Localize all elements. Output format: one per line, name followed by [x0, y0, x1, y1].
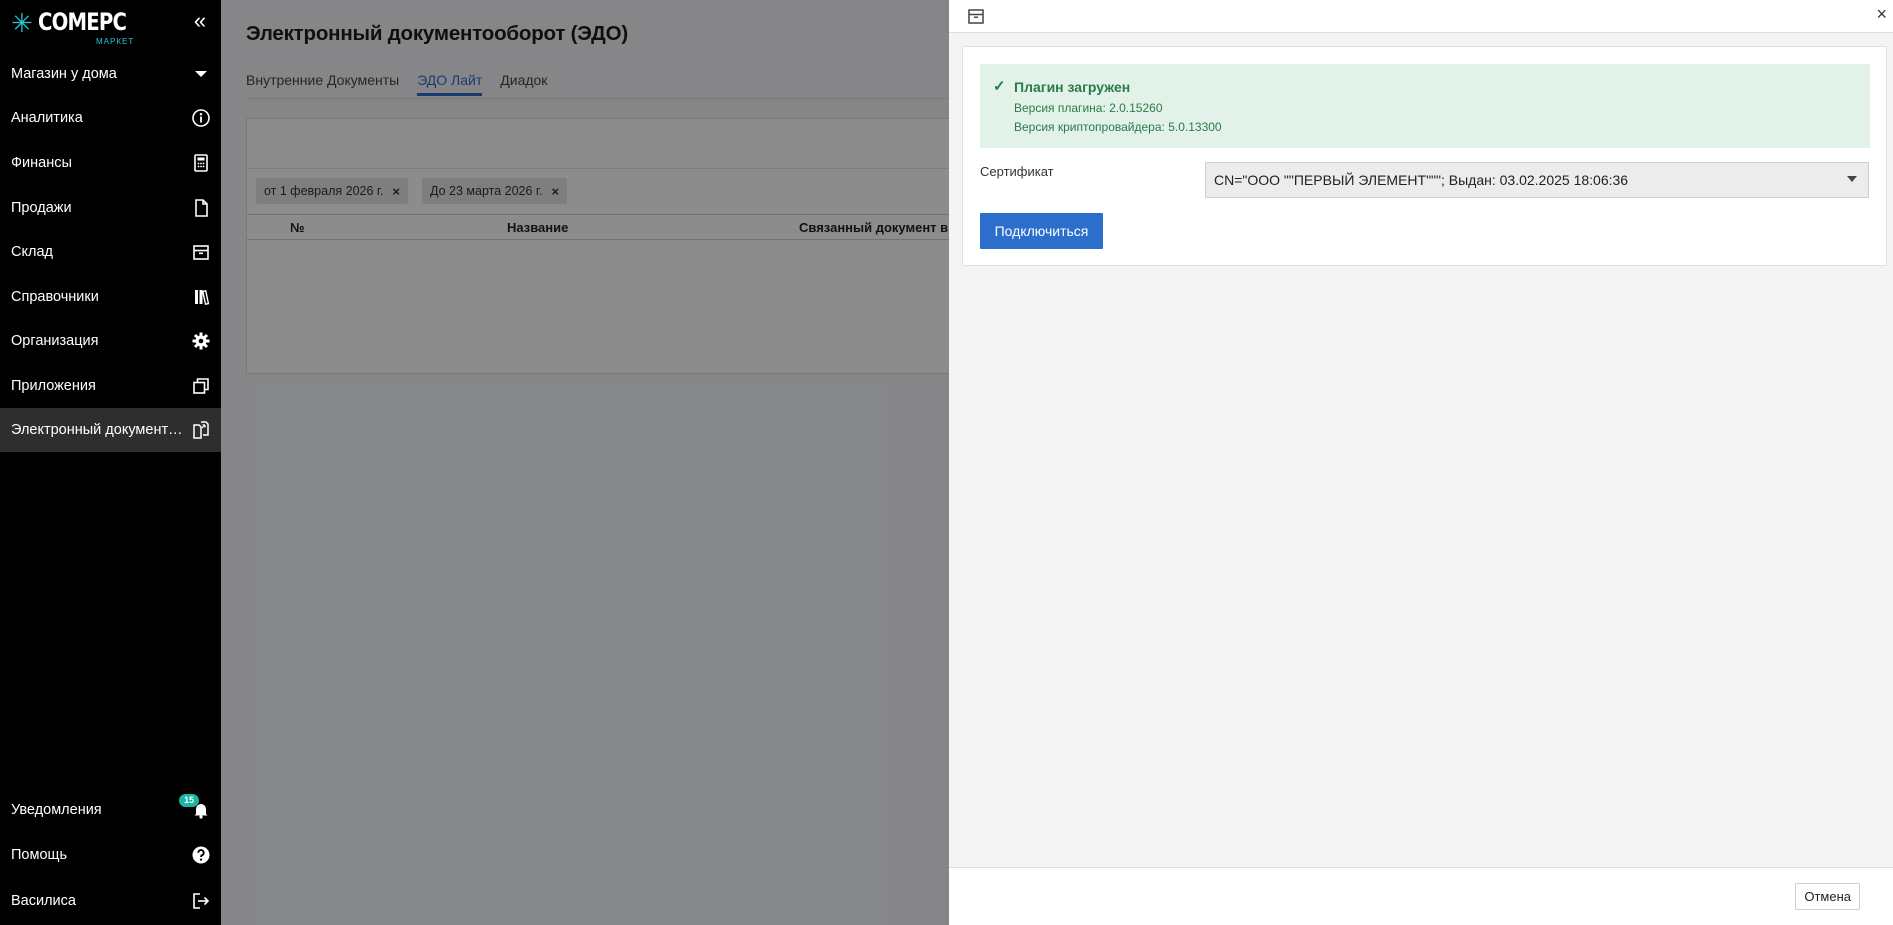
cancel-button[interactable]: Отмена: [1795, 883, 1860, 910]
sidebar-item-label: Справочники: [11, 289, 99, 305]
sidebar-item-directories[interactable]: Справочники: [0, 275, 221, 319]
sidebar-item-user[interactable]: Василиса: [0, 879, 221, 923]
connect-button[interactable]: Подключиться: [980, 213, 1103, 249]
sidebar-item-help[interactable]: Помощь: [0, 833, 221, 877]
plugin-version: Версия плагина: 2.0.15260: [1014, 101, 1163, 115]
sidebar-item-label: Уведомления: [11, 802, 102, 818]
sidebar-item-label: Приложения: [11, 378, 96, 394]
store-selector[interactable]: Магазин у дома: [0, 52, 221, 96]
drawer-header: ×: [949, 0, 1893, 33]
drawer-footer: Отмена: [949, 867, 1893, 925]
question-circle-icon: [191, 845, 211, 865]
plugin-status-alert: ✓ Плагин загружен Версия плагина: 2.0.15…: [980, 64, 1870, 148]
sidebar-item-finance[interactable]: Финансы: [0, 141, 221, 185]
calculator-icon: [191, 153, 211, 173]
sidebar-item-label: Организация: [11, 333, 99, 349]
info-circle-icon: [191, 108, 211, 128]
connect-drawer: × ✓ Плагин загружен Версия плагина: 2.0.…: [949, 0, 1893, 925]
certificate-value: CN="ООО ""ПЕРВЫЙ ЭЛЕМЕНТ"""; Выдан: 03.0…: [1214, 172, 1629, 188]
logo-star-icon: ✳: [11, 8, 33, 38]
close-icon[interactable]: ×: [1876, 5, 1887, 23]
box-icon: [191, 242, 211, 262]
document-icon: [191, 198, 211, 218]
sidebar-item-organization[interactable]: Организация: [0, 319, 221, 363]
sidebar-item-label: Продажи: [11, 200, 72, 216]
logo-subtitle: МАРКЕТ: [96, 37, 135, 46]
logo[interactable]: ✳ COMEPC МАРКЕТ: [11, 6, 133, 46]
alert-title: Плагин загружен: [1014, 79, 1131, 95]
sidebar-item-label: Склад: [11, 244, 53, 260]
gear-icon: [191, 331, 211, 351]
sidebar-item-label: Финансы: [11, 155, 72, 171]
chevron-down-icon: [1847, 176, 1857, 182]
sidebar-item-analytics[interactable]: Аналитика: [0, 96, 221, 140]
crypto-provider-version: Версия криптопровайдера: 5.0.13300: [1014, 120, 1222, 134]
sidebar-item-label: Электронный документо...: [11, 422, 186, 438]
sidebar-item-label: Аналитика: [11, 110, 83, 126]
sidebar: ✳ COMEPC МАРКЕТ « Магазин у дома Аналити…: [0, 0, 221, 925]
logout-icon[interactable]: [191, 891, 211, 911]
sidebar-item-notifications[interactable]: Уведомления 15: [0, 788, 221, 832]
books-icon: [191, 287, 211, 307]
certificate-select[interactable]: CN="ООО ""ПЕРВЫЙ ЭЛЕМЕНТ"""; Выдан: 03.0…: [1205, 162, 1869, 198]
double-chevron-left-icon[interactable]: «: [189, 9, 211, 35]
user-name: Василиса: [11, 893, 76, 909]
modal-backdrop[interactable]: [221, 0, 950, 925]
store-selector-label: Магазин у дома: [11, 66, 117, 82]
bell-icon: [191, 800, 211, 820]
sidebar-item-edo[interactable]: Электронный документо...: [0, 408, 221, 452]
certificate-label: Сертификат: [980, 164, 1054, 179]
check-icon: ✓: [993, 78, 1006, 95]
sidebar-item-label: Помощь: [11, 847, 68, 863]
caret-down-icon: [191, 64, 211, 84]
sidebar-item-apps[interactable]: Приложения: [0, 364, 221, 408]
windows-icon: [191, 376, 211, 396]
sidebar-item-warehouse[interactable]: Склад: [0, 230, 221, 274]
sidebar-item-sales[interactable]: Продажи: [0, 186, 221, 230]
logo-text: COMEPC: [38, 8, 127, 36]
documents-exchange-icon: [191, 420, 211, 440]
connection-panel: ✓ Плагин загружен Версия плагина: 2.0.15…: [962, 46, 1887, 266]
box-icon: [966, 6, 986, 26]
